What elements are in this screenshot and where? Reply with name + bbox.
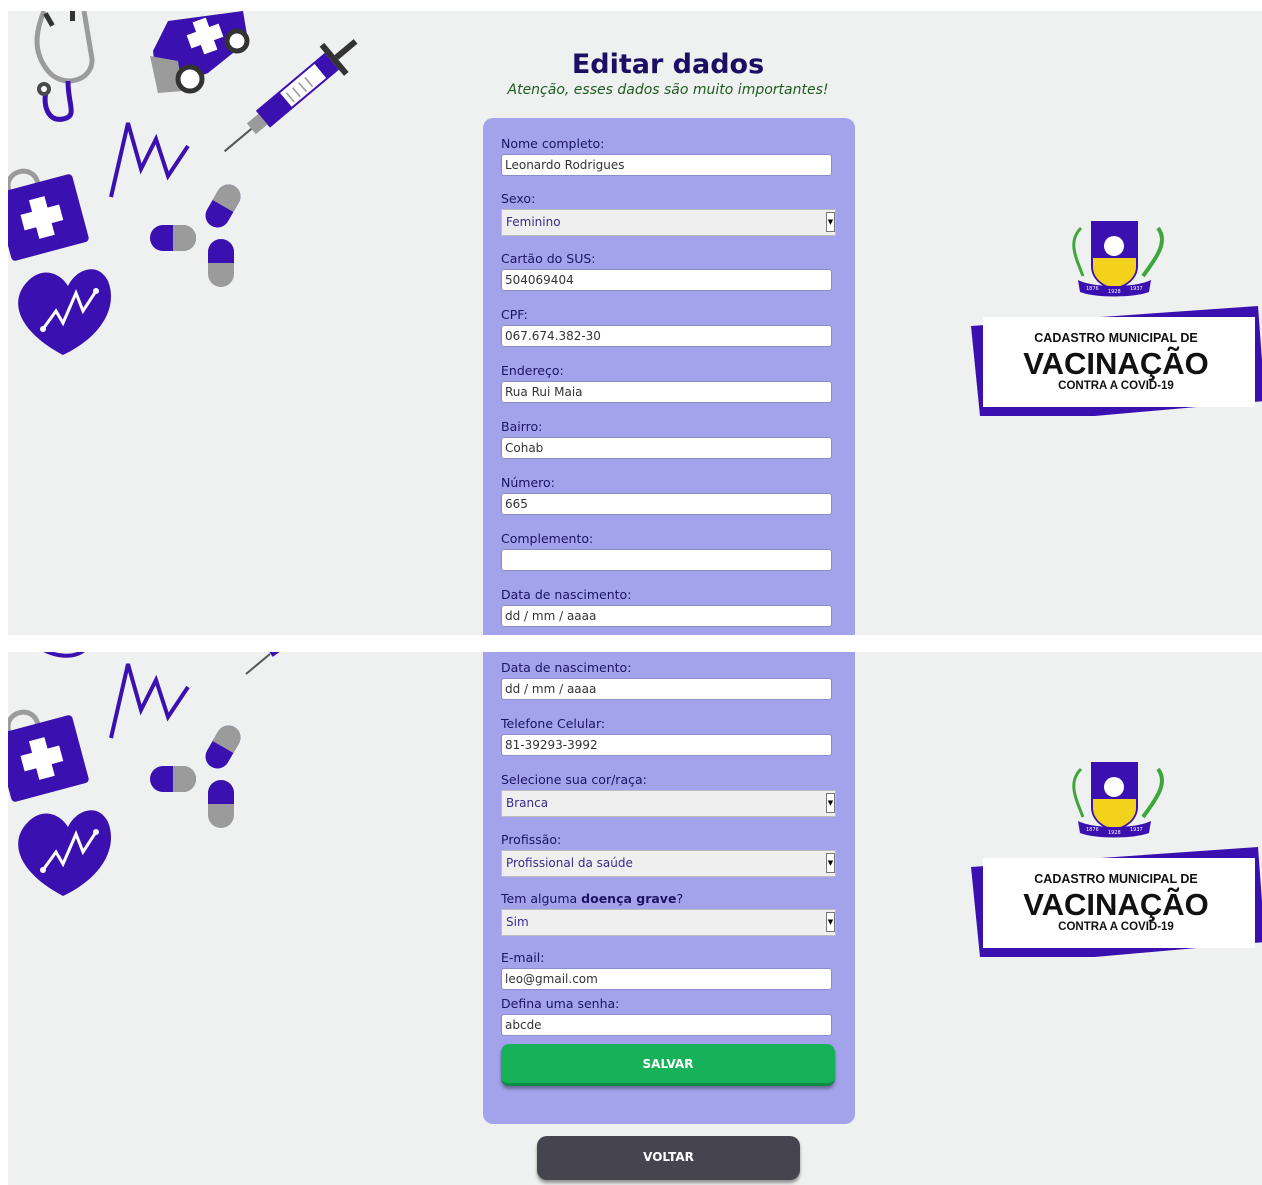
cpf-input[interactable]: 067.674.382-30 [501,325,832,347]
field-telefone: Telefone Celular: 81-39293-3992 [501,715,833,756]
nascimento-input[interactable]: dd / mm / aaaa [501,605,832,627]
field-label: Bairro: [501,419,543,434]
select-value: Profissional da saúde [506,856,633,870]
svg-text:VACINAÇÃO: VACINAÇÃO [1023,346,1208,381]
field-label: Cartão do SUS: [501,251,596,266]
svg-text:1876: 1876 [1086,827,1099,833]
field-cor: Selecione sua cor/raça: Branca ▼ [501,771,836,817]
vacinacao-logo: 1876 1928 1937 CADASTRO MUNICIPAL DE VAC… [971,762,1262,957]
svg-text:CADASTRO MUNICIPAL DE: CADASTRO MUNICIPAL DE [1034,331,1197,345]
edit-form-card: Nome completo: Leonardo Rodrigues Sexo: … [483,118,855,635]
field-label: E-mail: [501,950,545,965]
svg-text:CADASTRO MUNICIPAL DE: CADASTRO MUNICIPAL DE [1034,872,1197,886]
field-label: Data de nascimento: [501,660,632,675]
field-complemento: Complemento: [501,530,833,571]
field-label: Tem alguma doença grave? [501,890,833,908]
field-endereco: Endereço: Rua Rui Maia [501,362,833,403]
field-label: Data de nascimento: [501,587,632,602]
top-screen-panel: Editar dados Atenção, esses dados são mu… [8,11,1262,635]
field-label: Profissão: [501,832,562,847]
select-value: Branca [506,796,549,810]
sexo-select[interactable]: Feminino ▼ [501,209,836,236]
medical-decoration [8,652,293,896]
svg-text:VACINAÇÃO: VACINAÇÃO [1023,887,1208,922]
syringe-icon [245,652,293,675]
field-label: Telefone Celular: [501,716,606,731]
field-email: E-mail: leo@gmail.com [501,949,833,990]
nome-input[interactable]: Leonardo Rodrigues [501,154,832,176]
label-bold-text: doença grave [581,891,677,906]
bottom-screen-panel: Data de nascimento: dd / mm / aaaa Telef… [8,652,1262,1185]
svg-text:CONTRA A COVID-19: CONTRA A COVID-19 [1058,921,1174,933]
field-senha: Defina uma senha: abcde [501,995,833,1036]
numero-input[interactable]: 665 [501,493,832,515]
heart-pulse-icon [18,810,112,896]
field-label: Selecione sua cor/raça: [501,772,647,787]
chevron-down-icon: ▼ [826,912,835,932]
back-button[interactable]: VOLTAR [537,1136,800,1180]
field-label: Nome completo: [501,136,605,151]
select-value: Sim [506,915,529,929]
field-label: Sexo: [501,191,536,206]
doenca-select[interactable]: Sim ▼ [501,909,836,936]
complemento-input[interactable] [501,549,832,571]
email-input[interactable]: leo@gmail.com [501,968,832,990]
profissao-select[interactable]: Profissional da saúde ▼ [501,850,836,877]
page-title: Editar dados [571,49,765,80]
svg-text:CONTRA A COVID-19: CONTRA A COVID-19 [1058,380,1174,392]
field-profissao: Profissão: Profissional da saúde ▼ [501,831,836,877]
field-label: Complemento: [501,531,594,546]
svg-text:1928: 1928 [1108,289,1121,295]
field-bairro: Bairro: Cohab [501,418,833,459]
field-doenca: Tem alguma doença grave? Sim ▼ [501,890,836,936]
chevron-down-icon: ▼ [826,793,835,813]
sus-input[interactable]: 504069404 [501,269,832,291]
medical-kit-icon [8,709,89,802]
field-sexo: Sexo: Feminino ▼ [501,190,836,236]
page-subtitle: Atenção, esses dados são muito important… [507,82,829,98]
svg-text:1937: 1937 [1130,827,1143,833]
pills-icon [150,184,241,287]
heart-pulse-icon [18,269,112,355]
vacinacao-logo: 1876 1928 1937 CADASTRO MUNICIPAL DE VAC… [971,221,1262,416]
bairro-input[interactable]: Cohab [501,437,832,459]
field-cpf: CPF: 067.674.382-30 [501,306,833,347]
nascimento-input[interactable]: dd / mm / aaaa [501,678,832,700]
field-numero: Número: 665 [501,474,833,515]
field-label: Defina uma senha: [501,996,620,1011]
svg-text:1928: 1928 [1108,830,1121,836]
municipal-seal-icon: 1876 1928 1937 [1072,762,1164,838]
pills-icon [150,725,241,828]
save-button[interactable]: SALVAR [501,1044,835,1086]
label-text: Tem alguma [501,891,582,906]
chevron-down-icon: ▼ [826,212,835,232]
select-value: Feminino [506,215,561,229]
medical-kit-icon [8,168,89,261]
field-nascimento: Data de nascimento: dd / mm / aaaa [501,659,833,700]
endereco-input[interactable]: Rua Rui Maia [501,381,832,403]
svg-text:1937: 1937 [1130,286,1143,292]
field-nascimento: Data de nascimento: dd / mm / aaaa [501,586,833,627]
field-label: Número: [501,475,555,490]
senha-input[interactable]: abcde [501,1014,832,1036]
telefone-input[interactable]: 81-39293-3992 [501,734,832,756]
heartbeat-line-icon [109,122,190,198]
label-text: ? [676,891,684,906]
field-label: CPF: [501,307,528,322]
municipal-seal-icon: 1876 1928 1937 [1072,221,1164,297]
field-label: Endereço: [501,363,564,378]
cor-select[interactable]: Branca ▼ [501,790,836,817]
svg-text:1876: 1876 [1086,286,1099,292]
field-nome: Nome completo: Leonardo Rodrigues [501,135,833,176]
field-sus: Cartão do SUS: 504069404 [501,250,833,291]
heartbeat-line-icon [109,663,190,739]
edit-form-card: Data de nascimento: dd / mm / aaaa Telef… [483,652,855,1124]
chevron-down-icon: ▼ [826,853,835,873]
